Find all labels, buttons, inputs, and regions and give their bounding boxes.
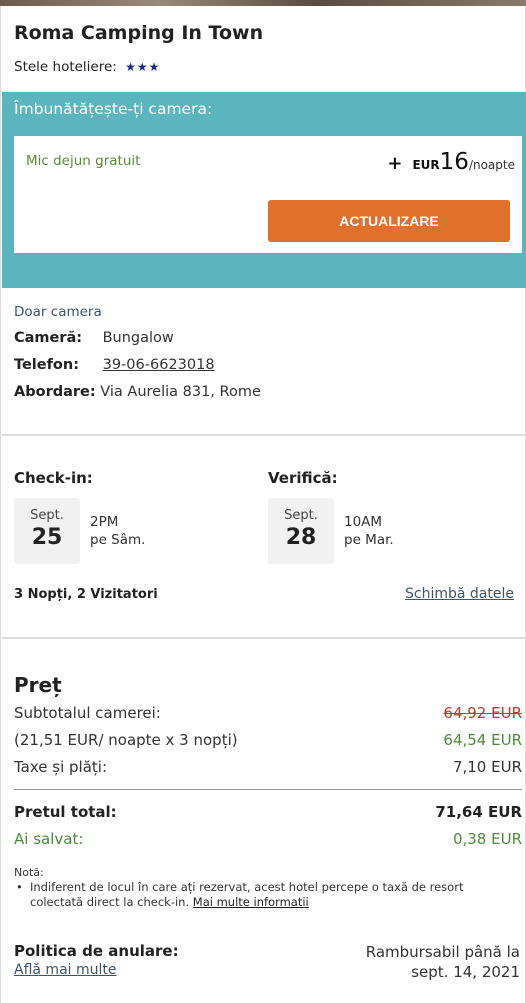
bullet-icon: • [16, 880, 23, 894]
checkout-day: 28 [285, 525, 317, 550]
checkout-hour: 10AM [344, 514, 383, 530]
per-night-label: (21,51 EUR/ noapte x 3 nopți) [14, 731, 238, 749]
saved-row: Ai salvat: 0,38 EUR [14, 830, 522, 848]
upgrade-option: Mic dejun gratuit + EUR 16 /noapte ACTUA… [14, 136, 522, 253]
total-divider [14, 789, 522, 790]
checkout-title: Verifică: [268, 469, 338, 487]
change-dates-link[interactable]: Schimbă datele [405, 586, 514, 602]
learn-more-link[interactable]: Află mai multe [14, 962, 116, 978]
total-label: Pretul total: [14, 803, 117, 821]
more-info-link[interactable]: Mai multe informatii [193, 895, 309, 909]
upgrade-amount: 16 [439, 149, 469, 175]
update-button[interactable]: ACTUALIZARE [268, 200, 510, 242]
checkin-title: Check-in: [14, 469, 93, 487]
hotel-stars-row: Stele hoteliere: ★★★ [14, 59, 160, 75]
cancellation-label: Politica de anulare: [14, 942, 179, 960]
nights-guests-summary: 3 Nopți, 2 Vizitatori [14, 587, 158, 602]
subtotal-row: Subtotalul camerei: 64,92 EUR [14, 704, 522, 722]
checkout-date: Sept. 28 [268, 498, 334, 564]
checkout-month: Sept. [284, 508, 318, 523]
address-value: Via Aurelia 831, Rome [100, 384, 261, 400]
checkin-day: 25 [31, 525, 63, 550]
subtotal-old-price: 64,92 EUR [443, 704, 522, 722]
phone-label: Telefon: [14, 357, 79, 373]
subtotal-new-price: 64,54 EUR [443, 731, 522, 749]
upgrade-currency: EUR [412, 158, 440, 172]
total-row: Pretul total: 71,64 EUR [14, 803, 522, 821]
price-title: Preț [14, 673, 62, 697]
checkin-month: Sept. [30, 508, 64, 523]
checkout-time: 10AM pe Mar. [344, 513, 394, 549]
upgrade-price: + EUR 16 /noapte [387, 149, 515, 175]
taxes-row: Taxe și plăți: 7,10 EUR [14, 758, 522, 776]
checkin-time: 2PM pe Sâm. [90, 513, 145, 549]
upgrade-title: Îmbunătățește-ți camera: [14, 100, 213, 118]
phone-row: Telefon: 39-06-6623018 [14, 357, 215, 373]
saved-value: 0,38 EUR [452, 830, 522, 848]
taxes-value: 7,10 EUR [452, 758, 522, 776]
star-rating-icon: ★★★ [125, 60, 161, 74]
room-type-value: Bungalow [102, 330, 174, 346]
address-label: Abordare: [14, 384, 96, 400]
subtotal-label: Subtotalul camerei: [14, 704, 161, 722]
note-label: Notă: [14, 866, 44, 879]
checkin-hour: 2PM [90, 514, 119, 530]
plus-icon: + [387, 153, 403, 174]
upgrade-perk: Mic dejun gratuit [26, 153, 141, 169]
divider [2, 637, 526, 639]
divider [2, 434, 526, 436]
refund-line-1: Rambursabil până la [365, 943, 520, 961]
refund-line-2: sept. 14, 2021 [411, 963, 520, 981]
checkin-weekday: pe Sâm. [90, 532, 146, 548]
total-value: 71,64 EUR [435, 803, 522, 821]
saved-label: Ai salvat: [14, 830, 84, 848]
hotel-name: Roma Camping In Town [14, 22, 264, 44]
room-type-row: Cameră: Bungalow [14, 330, 174, 346]
phone-link[interactable]: 39-06-6623018 [103, 357, 215, 373]
per-night-row: (21,51 EUR/ noapte x 3 nopți) 64,54 EUR [14, 731, 522, 749]
checkin-date: Sept. 25 [14, 498, 80, 564]
room-only-label: Doar camera [14, 304, 102, 320]
room-type-label: Cameră: [14, 330, 83, 346]
resort-fee-note: • Indiferent de locul în care ați rezerv… [16, 880, 500, 910]
booking-summary-card: Roma Camping In Town Stele hoteliere: ★★… [0, 6, 526, 1003]
taxes-label: Taxe și plăți: [14, 758, 108, 776]
upgrade-per-night: /noapte [468, 158, 515, 172]
refund-policy: Rambursabil până la sept. 14, 2021 [366, 942, 520, 982]
address-row: Abordare: Via Aurelia 831, Rome [14, 384, 261, 400]
room-upgrade-panel: Îmbunătățește-ți camera: Mic dejun gratu… [2, 92, 526, 288]
stars-label: Stele hoteliere: [14, 59, 117, 75]
checkout-weekday: pe Mar. [344, 532, 394, 548]
